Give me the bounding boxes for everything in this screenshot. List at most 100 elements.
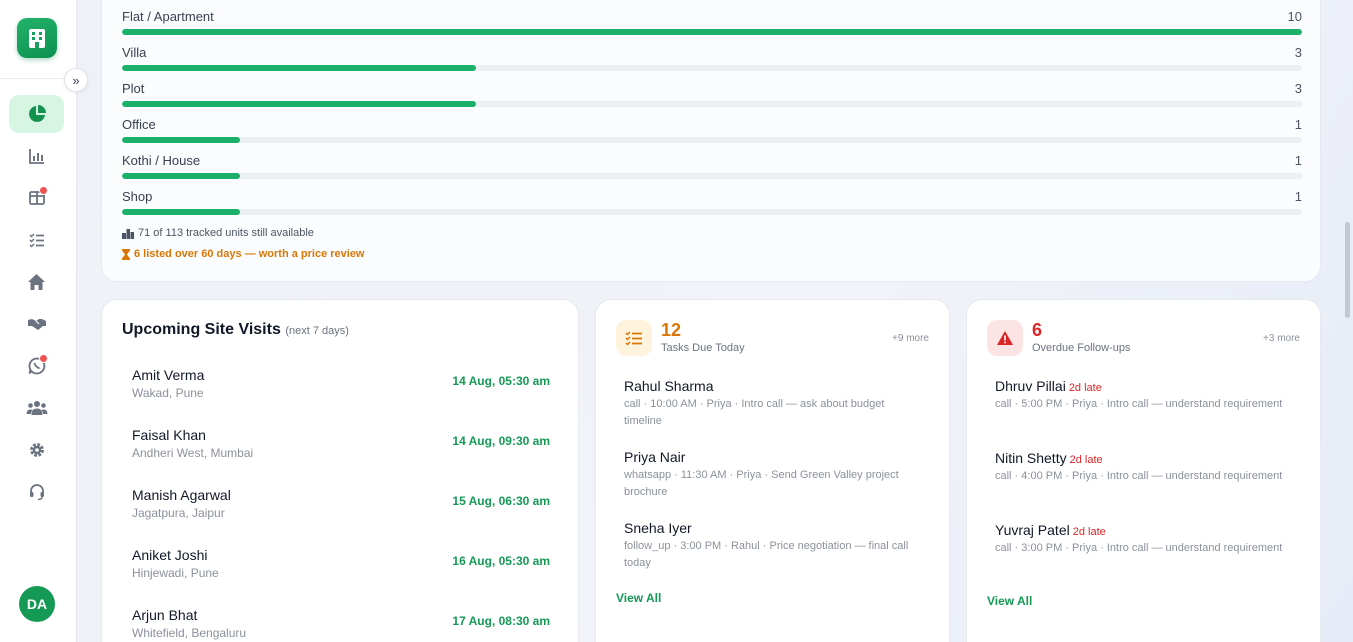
followup-contact-name: Yuvraj Patel [995,522,1070,538]
property-type-label: Villa [122,45,147,60]
property-type-count: 1 [1294,117,1302,132]
visit-item[interactable]: Arjun Bhat Whitefield, Bengaluru 17 Aug, 0… [132,607,550,640]
task-item[interactable]: Rahul Sharma call · 10:00 AM · Priya · In… [624,378,924,430]
hourglass-icon [122,248,130,260]
property-type-bar-track [122,65,1302,71]
handshake-icon [27,319,46,330]
notification-badge [39,186,48,195]
followup-item[interactable]: Yuvraj Patel 2d late call · 3:00 PM · Priy… [995,522,1295,557]
nav-team[interactable] [9,389,64,427]
task-list-icon [625,331,642,346]
tasks-label: Tasks Due Today [661,342,745,354]
property-type-count: 10 [1287,9,1302,24]
followup-description: call · 5:00 PM · Priya · Intro call — un… [995,398,1283,410]
overdue-followups-card: 6 Overdue Follow-ups +3 more Dhruv Pilla… [966,299,1321,642]
notification-badge [39,354,48,363]
visit-item[interactable]: Aniket Joshi Hinjewadi, Pune 16 Aug, 05:30… [132,547,550,580]
nav-dashboard[interactable] [9,95,64,133]
property-type-bar-track [122,173,1302,179]
nav-tasks[interactable] [9,221,64,259]
task-item[interactable]: Sneha Iyer follow_up · 3:00 PM · Rahul · … [624,520,924,572]
users-icon [26,401,47,415]
property-type-bar-fill [122,65,476,71]
building-icon [29,29,45,48]
upcoming-site-visits-card: Upcoming Site Visits (next 7 days) Amit … [101,299,579,642]
nav-support[interactable] [9,473,64,511]
sidebar: DA [0,0,77,642]
nav-settings[interactable] [9,431,64,469]
pie-chart-icon [28,105,46,122]
headset-icon [29,484,44,501]
property-type-bar-fill [122,137,240,143]
visit-item[interactable]: Manish Agarwal Jagatpura, Jaipur 15 Aug, 0… [132,487,550,520]
property-type-bar-fill [122,209,240,215]
followup-item[interactable]: Nitin Shetty 2d late call · 4:00 PM · Priy… [995,450,1295,485]
app-logo[interactable] [17,18,57,58]
user-avatar[interactable]: DA [19,586,55,622]
property-type-bar-fill [122,101,476,107]
task-contact-name: Sneha Iyer [624,520,692,536]
followup-contact-name: Nitin Shetty [995,450,1067,466]
followups-count: 6 [1032,320,1043,340]
page-scrollbar[interactable] [1345,222,1350,318]
tasks-more-link[interactable]: +9 more [892,333,929,344]
nav-whatsapp[interactable] [9,347,64,385]
nav-deals[interactable] [9,305,64,343]
followups-label: Overdue Follow-ups [1032,342,1131,354]
buildings-icon [122,228,134,239]
visit-location: Hinjewadi, Pune [132,566,219,580]
warning-icon [997,331,1013,345]
bar-chart-icon [28,149,44,164]
gear-icon [29,443,44,457]
visit-item[interactable]: Amit Verma Wakad, Pune 14 Aug, 05:30 am [132,367,550,400]
visit-location: Jagatpura, Jaipur [132,506,225,520]
property-type-label: Flat / Apartment [122,9,214,24]
property-type-count: 3 [1294,81,1302,96]
nav-analytics[interactable] [9,137,64,175]
property-type-card: Flat / Apartment 10 Villa 3 Plot 3 Office 1 Koth… [101,0,1321,282]
followups-view-all-link[interactable]: View All [987,594,1032,608]
followup-item[interactable]: Dhruv Pillai 2d late call · 5:00 PM · Priy… [995,378,1295,413]
visit-datetime: 14 Aug, 09:30 am [452,434,550,448]
nav-inventory[interactable] [9,179,64,217]
visits-title-text: Upcoming Site Visits [122,321,281,338]
task-description: whatsapp · 11:30 AM · Priya · Send Green… [624,469,899,498]
visit-location: Wakad, Pune [132,386,204,400]
followup-late-badge: 2d late [1069,454,1103,466]
visit-location: Andheri West, Mumbai [132,446,254,460]
task-description: call · 10:00 AM · Priya · Intro call — a… [624,398,885,427]
home-icon [28,274,45,290]
task-item[interactable]: Priya Nair whatsapp · 11:30 AM · Priya · … [624,449,924,501]
property-type-count: 3 [1294,45,1302,60]
visits-subtitle: (next 7 days) [285,325,349,337]
task-contact-name: Rahul Sharma [624,378,714,394]
visit-datetime: 14 Aug, 05:30 am [452,374,550,388]
property-type-label: Shop [122,189,153,204]
visit-location: Whitefield, Bengaluru [132,626,247,640]
tasks-count: 12 [661,320,682,340]
followup-late-badge: 2d late [1068,382,1102,394]
followups-icon-box [987,320,1023,356]
property-type-count: 1 [1294,153,1302,168]
property-type-bar-track [122,101,1302,107]
visit-datetime: 16 Aug, 05:30 am [452,554,550,568]
property-type-label: Plot [122,81,145,96]
sidebar-collapse-button[interactable]: » [64,68,88,92]
property-type-label: Office [122,117,156,132]
task-contact-name: Priya Nair [624,449,686,465]
nav-properties[interactable] [9,263,64,301]
visit-item[interactable]: Faisal Khan Andheri West, Mumbai 14 Aug, 0… [132,427,550,460]
price-review-text: 6 listed over 60 days — worth a price re… [134,248,365,260]
visit-datetime: 15 Aug, 06:30 am [452,494,550,508]
available-units-text: 71 of 113 tracked units still available [138,227,314,239]
followup-description: call · 4:00 PM · Priya · Intro call — un… [995,470,1283,482]
followups-more-link[interactable]: +3 more [1263,333,1300,344]
property-type-bar-fill [122,29,1302,35]
property-type-bar-track [122,137,1302,143]
tasks-due-card: 12 Tasks Due Today +9 more Rahul Sharma c… [595,299,950,642]
property-type-count: 1 [1294,189,1302,204]
tasks-view-all-link[interactable]: View All [616,591,661,605]
followup-description: call · 3:00 PM · Priya · Intro call — un… [995,542,1283,554]
visits-title: Upcoming Site Visits (next 7 days) [122,321,349,339]
price-review-note: 6 listed over 60 days — worth a price re… [122,248,365,260]
